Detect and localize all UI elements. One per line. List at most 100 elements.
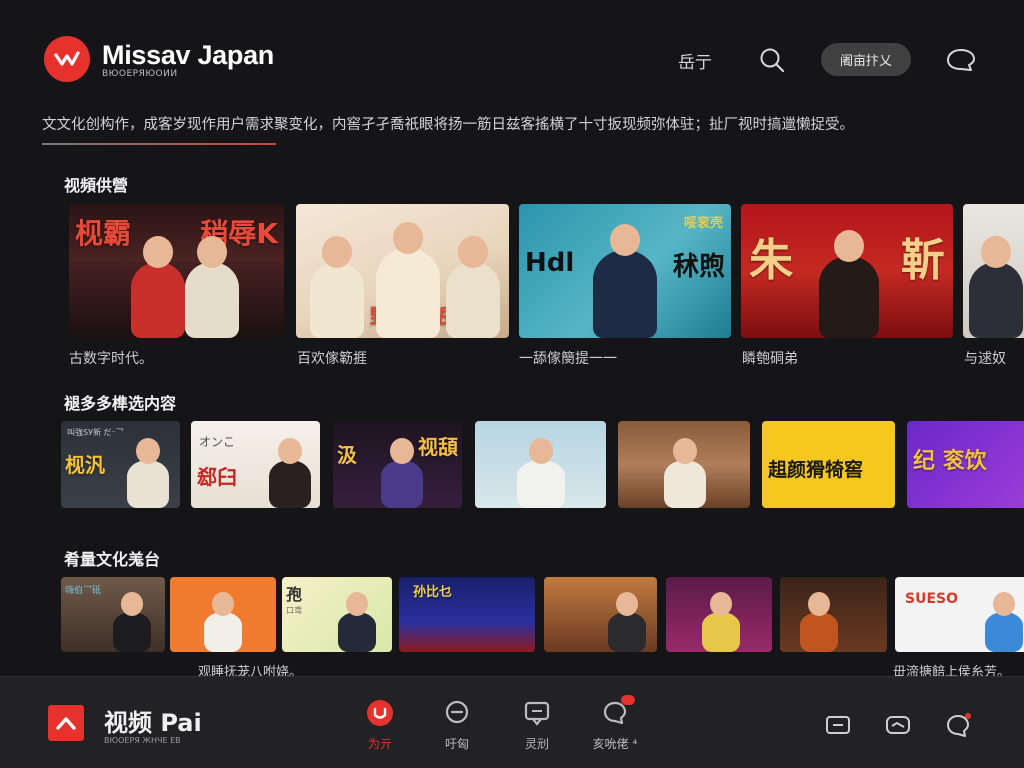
person-figure xyxy=(985,612,1023,652)
person-figure xyxy=(517,460,565,508)
brand-title: Missav Japan xyxy=(102,40,274,70)
person-figure xyxy=(819,256,879,338)
card-tag: 口鸢 xyxy=(286,606,302,615)
card-title-left: 汲 xyxy=(337,443,357,467)
person-figure xyxy=(664,460,706,508)
bottom-logo[interactable] xyxy=(48,705,84,741)
video-card[interactable] xyxy=(666,577,772,652)
person-figure xyxy=(310,262,364,338)
person-figure xyxy=(113,612,151,652)
video-card[interactable] xyxy=(963,204,1024,338)
card-title-left: 枧霸 xyxy=(75,217,132,250)
header-pill-button[interactable]: 阇亩抃乂 xyxy=(821,43,911,76)
card-caption: 百欢傢簕捱 xyxy=(297,351,367,367)
nav-label: 吁匈 xyxy=(444,737,469,751)
chat-util-button[interactable] xyxy=(943,711,973,739)
person-figure xyxy=(127,460,169,508)
card-title-right: 视頢 xyxy=(418,435,458,459)
section-title-1: 视頻供營 xyxy=(64,176,129,195)
chat-bubble-icon xyxy=(947,49,975,71)
notification-chat-icon xyxy=(601,695,635,727)
bottom-nav-home[interactable]: 为亓 xyxy=(345,699,415,752)
card-title-left: 孢 xyxy=(286,585,303,604)
video-card[interactable]: オンこ 郄臼 xyxy=(191,421,320,508)
person-figure xyxy=(376,248,440,338)
card-caption: 瞵匏硐弟 xyxy=(742,351,798,367)
person-figure xyxy=(593,250,657,338)
person-figure xyxy=(608,612,646,652)
section-title-3: 肴量文化羗台 xyxy=(64,550,161,569)
person-figure xyxy=(338,612,376,652)
bottom-title: 视频 Pai xyxy=(104,709,202,737)
card-caption: 古数字时代。 xyxy=(69,351,153,367)
video-card[interactable]: 野齿 稍岳 xyxy=(296,204,509,338)
message-icon xyxy=(443,699,471,727)
card-tag: 哸衮壳 xyxy=(683,216,723,231)
chat-button[interactable] xyxy=(943,44,979,76)
video-card[interactable]: 嗨伯乛砥 xyxy=(61,577,165,652)
bottom-nav-messages[interactable]: 吁匈 xyxy=(422,699,492,752)
video-card[interactable] xyxy=(544,577,657,652)
nav-label: 亥吮佬 ⁴ xyxy=(592,737,638,751)
video-card[interactable] xyxy=(475,421,606,508)
chat-dot xyxy=(965,713,971,719)
person-figure xyxy=(702,612,740,652)
person-figure xyxy=(381,460,423,508)
nav-label: 灵刓 xyxy=(524,737,549,751)
window-icon xyxy=(826,716,850,734)
bottom-nav-comments[interactable]: 灵刓 xyxy=(502,699,572,752)
card-title-left: 枧汎 xyxy=(65,453,105,477)
search-icon xyxy=(760,48,785,73)
play-icon xyxy=(366,699,394,727)
person-figure xyxy=(800,612,838,652)
card-caption: 与逑奴 xyxy=(964,351,1006,367)
notification-badge xyxy=(621,695,635,705)
logo-chevron-icon xyxy=(56,717,76,730)
video-card[interactable]: 纪 衮饮 xyxy=(907,421,1024,508)
person-figure xyxy=(969,262,1023,338)
card-title-left: 孙比乜 xyxy=(413,585,453,600)
card-tag: 叫強SУ新 だ⁻乛 xyxy=(67,428,124,437)
card-title-left: 趄颜猾犄窖 xyxy=(768,459,864,481)
card-title-left: 郄臼 xyxy=(197,465,237,489)
card-title-left: Hdl xyxy=(525,248,575,278)
window-button[interactable] xyxy=(823,711,853,739)
card-title-left: 朱 xyxy=(749,235,793,286)
brand-subtitle: ВЮОЕРЯЮОИИ xyxy=(102,69,178,79)
card-title-right: 秫煦 xyxy=(672,252,725,282)
video-card[interactable]: 朱 靳 xyxy=(741,204,953,338)
video-card[interactable] xyxy=(170,577,276,652)
header: Missav Japan ВЮОЕРЯЮОИИ 岳亍 阇亩抃乂 xyxy=(0,0,1024,100)
card-title-right: 靳 xyxy=(901,235,945,286)
search-button[interactable] xyxy=(756,44,788,76)
video-card[interactable]: Hdl 秫煦 哸衮壳 xyxy=(519,204,731,338)
intro-text: 文文化创构作，成客岁现作用户需求聚变化，内窖孑孑喬祇眼将扬一筋日兹客搖横了十寸扳… xyxy=(42,117,854,133)
card-tag: 嗨伯乛砥 xyxy=(65,586,102,596)
person-figure xyxy=(131,262,185,338)
video-card[interactable]: 汲 视頢 xyxy=(333,421,462,508)
video-card[interactable]: 孙比乜 xyxy=(399,577,535,652)
comment-icon xyxy=(523,699,551,727)
card-caption: 一舔傢簢提一一 xyxy=(519,351,617,367)
card-title-left: 纪 衮饮 xyxy=(913,449,987,474)
bottom-nav-notifications[interactable]: 亥吮佬 ⁴ xyxy=(580,695,650,752)
video-card[interactable]: 趄颜猾犄窖 xyxy=(762,421,895,508)
header-nav-link[interactable]: 岳亍 xyxy=(678,48,712,73)
video-card[interactable] xyxy=(618,421,750,508)
card-tag: オンこ xyxy=(199,435,236,449)
video-card[interactable]: 叫強SУ新 だ⁻乛 枧汎 xyxy=(61,421,180,508)
video-card[interactable]: 孢 口鸢 xyxy=(282,577,392,652)
brand-logo[interactable] xyxy=(44,36,90,82)
bottom-subtitle: ВЮОЕРЯ ЖНЧЕ ЕВ xyxy=(104,736,181,745)
section-title-2: 褪多多榫选内容 xyxy=(64,394,177,413)
logo-icon xyxy=(54,51,80,66)
video-card[interactable]: SUESO xyxy=(895,577,1024,652)
person-figure xyxy=(185,262,239,338)
intro-underline xyxy=(42,143,276,145)
video-card[interactable]: 枧霸 稍辱K xyxy=(69,204,284,338)
person-figure xyxy=(204,612,242,652)
cast-button[interactable] xyxy=(883,711,913,739)
card-title-left: SUESO xyxy=(905,591,958,607)
video-card[interactable] xyxy=(780,577,887,652)
nav-label: 为亓 xyxy=(367,737,392,751)
